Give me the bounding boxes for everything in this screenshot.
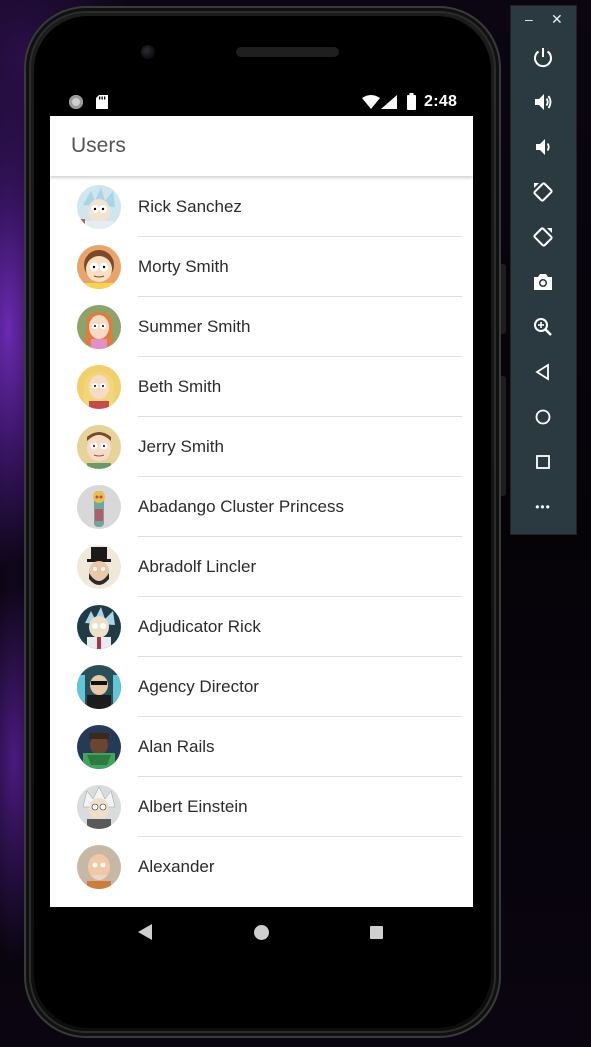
list-item[interactable]: Albert Einstein xyxy=(50,777,473,837)
volume-down-button[interactable] xyxy=(526,130,560,164)
user-name: Adjudicator Rick xyxy=(138,617,261,636)
page-title: Users xyxy=(71,134,126,157)
more-button[interactable]: ••• xyxy=(526,490,560,524)
status-bar: 2:48 xyxy=(50,88,473,116)
emulator-toolbar: – ✕ ••• xyxy=(511,6,576,534)
cell-signal-icon xyxy=(381,95,397,109)
power-icon xyxy=(534,48,552,68)
user-name: Rick Sanchez xyxy=(138,197,242,216)
rotate-right-icon xyxy=(533,227,553,247)
wifi-icon xyxy=(362,95,380,109)
adjudicator-rick-avatar xyxy=(77,605,121,649)
list-item[interactable]: Beth Smith xyxy=(50,357,473,417)
user-name: Jerry Smith xyxy=(138,437,224,456)
earpiece-speaker xyxy=(236,47,339,57)
back-icon xyxy=(535,363,549,381)
alexander-avatar xyxy=(77,845,121,889)
back-icon[interactable] xyxy=(138,924,152,940)
alan-rails-avatar xyxy=(77,725,121,769)
camera-icon xyxy=(534,274,552,290)
emulator-window-controls: – ✕ xyxy=(511,6,576,34)
user-name: Summer Smith xyxy=(138,317,251,336)
beth-smith-avatar xyxy=(77,365,121,409)
list-item[interactable]: Rick Sanchez xyxy=(50,177,473,237)
user-list[interactable]: Rick Sanchez Morty Smith Summer Smith Be… xyxy=(50,177,473,907)
user-name: Morty Smith xyxy=(138,257,229,276)
status-time: 2:48 xyxy=(424,93,458,110)
sd-card-icon xyxy=(96,95,108,109)
volume-up-icon xyxy=(535,94,552,110)
user-name: Abradolf Lincler xyxy=(138,557,257,576)
system-nav-bar xyxy=(50,907,473,959)
rick-sanchez-avatar xyxy=(77,185,121,229)
minimize-button[interactable]: – xyxy=(525,11,533,27)
list-item[interactable]: Jerry Smith xyxy=(50,417,473,477)
summer-smith-avatar xyxy=(77,305,121,349)
rotate-left-icon xyxy=(533,182,553,202)
front-camera xyxy=(141,45,155,59)
overview-icon xyxy=(536,455,550,469)
phone-volume-rocker xyxy=(501,376,506,496)
rotate-left-button[interactable] xyxy=(526,175,560,209)
app-bar: Users xyxy=(50,116,473,176)
user-name: Alexander xyxy=(138,857,215,876)
user-name: Albert Einstein xyxy=(138,797,248,816)
device-screen: 2:48 Users Rick Sanchez Morty Smith Summ… xyxy=(50,88,473,907)
list-item[interactable]: Alexander xyxy=(50,837,473,897)
screenshot-button[interactable] xyxy=(526,265,560,299)
morty-smith-avatar xyxy=(77,245,121,289)
list-item[interactable]: Summer Smith xyxy=(50,297,473,357)
rotate-right-button[interactable] xyxy=(526,220,560,254)
volume-down-icon xyxy=(536,139,550,155)
emulator-overview-button[interactable] xyxy=(526,445,560,479)
user-name: Alan Rails xyxy=(138,737,215,756)
abradolf-lincler-avatar xyxy=(77,545,121,589)
volume-up-button[interactable] xyxy=(526,85,560,119)
list-item[interactable]: Alan Rails xyxy=(50,717,473,777)
user-name: Beth Smith xyxy=(138,377,222,396)
power-button[interactable] xyxy=(526,40,560,74)
phone-power-button xyxy=(501,264,506,334)
zoom-button[interactable] xyxy=(526,310,560,344)
emulator-home-button[interactable] xyxy=(526,400,560,434)
home-icon xyxy=(535,409,551,425)
recent-apps-icon[interactable] xyxy=(370,926,383,939)
list-item[interactable]: Adjudicator Rick xyxy=(50,597,473,657)
battery-icon xyxy=(407,93,416,110)
more-icon: ••• xyxy=(535,500,551,514)
list-item[interactable]: Abadango Cluster Princess xyxy=(50,477,473,537)
user-name: Abadango Cluster Princess xyxy=(138,497,345,516)
agency-director-avatar xyxy=(77,665,121,709)
zoom-icon xyxy=(534,318,552,336)
list-item[interactable]: Abradolf Lincler xyxy=(50,537,473,597)
list-item[interactable]: Agency Director xyxy=(50,657,473,717)
close-button[interactable]: ✕ xyxy=(551,11,563,28)
user-name: Agency Director xyxy=(138,677,259,696)
notification-dot-icon xyxy=(69,95,83,109)
albert-einstein-avatar xyxy=(77,785,121,829)
abadango-cluster-princess-avatar xyxy=(77,485,121,529)
home-icon[interactable] xyxy=(254,925,269,940)
list-item[interactable]: Morty Smith xyxy=(50,237,473,297)
emulator-back-button[interactable] xyxy=(526,355,560,389)
jerry-smith-avatar xyxy=(77,425,121,469)
